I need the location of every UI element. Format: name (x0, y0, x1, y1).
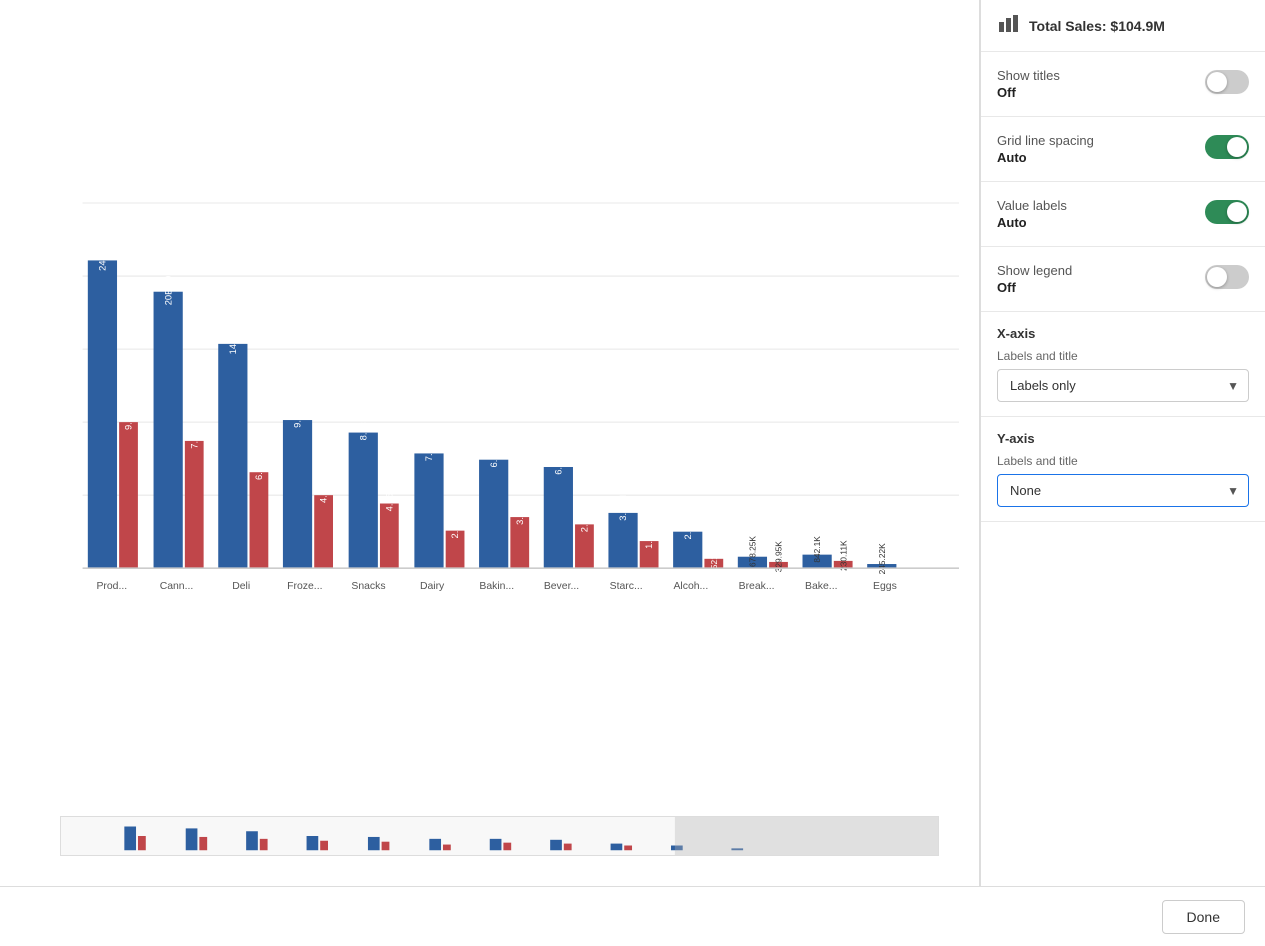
svg-text:Deli: Deli (232, 581, 250, 592)
svg-text:245.22K: 245.22K (877, 543, 887, 574)
grid-line-spacing-label: Grid line spacing (997, 133, 1094, 148)
y-axis-select-wrapper: None Labels only Labels and title Title … (997, 474, 1249, 507)
x-axis-title: X-axis (997, 326, 1249, 341)
mini-navigator[interactable] (60, 816, 939, 856)
svg-text:24.18M: 24.18M (98, 239, 108, 270)
svg-text:2.28M: 2.28M (683, 513, 693, 539)
svg-text:Dairy: Dairy (420, 581, 445, 592)
grid-line-spacing-section: Grid line spacing Auto (981, 117, 1265, 182)
svg-text:2.35M: 2.35M (450, 512, 460, 538)
x-axis-select[interactable]: Labels only Labels and title Title only … (997, 369, 1249, 402)
panel-header: Total Sales: $104.9M (981, 0, 1265, 52)
grid-line-spacing-toggle[interactable] (1205, 135, 1249, 159)
svg-text:4.64M: 4.64M (319, 477, 329, 503)
value-labels-section: Value labels Auto (981, 182, 1265, 247)
x-axis-sub-label: Labels and title (997, 349, 1249, 363)
svg-text:521.77K: 521.77K (709, 538, 719, 569)
svg-text:14.63M: 14.63M (228, 323, 238, 354)
show-legend-label: Show legend (997, 263, 1072, 278)
chart-area: 24.18M 9.45M Prod... 20B6.9M 7.72M Cann.… (0, 0, 980, 886)
show-titles-value: Off (997, 85, 1060, 100)
svg-text:Prod...: Prod... (96, 581, 127, 592)
svg-text:Bake...: Bake... (805, 581, 837, 592)
svg-text:8.63M: 8.63M (358, 414, 368, 440)
svg-text:2.73M: 2.73M (580, 506, 590, 532)
show-titles-section: Show titles Off (981, 52, 1265, 117)
svg-text:6.33M: 6.33M (553, 449, 563, 475)
right-panel: Total Sales: $104.9M Show titles Off Gri… (980, 0, 1265, 886)
svg-text:Froze...: Froze... (287, 581, 322, 592)
svg-text:Cann...: Cann... (160, 581, 194, 592)
show-titles-toggle[interactable] (1205, 70, 1249, 94)
bottom-bar: Done (0, 886, 1265, 946)
y-axis-sub-label: Labels and title (997, 454, 1249, 468)
show-legend-value: Off (997, 280, 1072, 295)
svg-text:7.72M: 7.72M (189, 422, 199, 448)
y-axis-section: Y-axis Labels and title None Labels only… (981, 417, 1265, 522)
bar-chart: 24.18M 9.45M Prod... 20B6.9M 7.72M Cann.… (20, 20, 959, 866)
value-labels-value: Auto (997, 215, 1067, 230)
show-titles-label: Show titles (997, 68, 1060, 83)
svg-text:Bever...: Bever... (544, 581, 579, 592)
show-legend-section: Show legend Off (981, 247, 1265, 312)
svg-text:230.11K: 230.11K (838, 540, 848, 571)
svg-text:9.45M: 9.45M (124, 404, 134, 430)
y-axis-title: Y-axis (997, 431, 1249, 446)
svg-text:9.49M: 9.49M (293, 402, 303, 428)
svg-text:3.49M: 3.49M (618, 494, 628, 520)
y-axis-select[interactable]: None Labels only Labels and title Title … (997, 474, 1249, 507)
svg-text:7.18M: 7.18M (424, 435, 434, 461)
svg-text:Break...: Break... (739, 581, 775, 592)
x-axis-section: X-axis Labels and title Labels only Labe… (981, 312, 1265, 417)
svg-text:678.25K: 678.25K (748, 536, 758, 567)
svg-text:Snacks: Snacks (351, 581, 385, 592)
svg-text:Alcoh...: Alcoh... (673, 581, 708, 592)
bar-chart-icon (997, 12, 1019, 39)
svg-text:Starc...: Starc... (610, 581, 643, 592)
svg-text:6.73M: 6.73M (489, 441, 499, 467)
svg-text:842.1K: 842.1K (812, 536, 822, 563)
value-labels-label: Value labels (997, 198, 1067, 213)
svg-text:Bakin...: Bakin... (479, 581, 514, 592)
svg-text:6.16M: 6.16M (254, 454, 264, 480)
svg-text:3.22M: 3.22M (515, 499, 525, 525)
svg-text:1.66M: 1.66M (644, 523, 654, 549)
x-axis-select-wrapper: Labels only Labels and title Title only … (997, 369, 1249, 402)
svg-text:4.05M: 4.05M (384, 485, 394, 511)
done-button[interactable]: Done (1162, 900, 1245, 934)
value-labels-toggle[interactable] (1205, 200, 1249, 224)
show-legend-toggle[interactable] (1205, 265, 1249, 289)
svg-text:Eggs: Eggs (873, 581, 897, 592)
chart-title: Total Sales: $104.9M (1029, 18, 1165, 34)
svg-text:20B6.9M: 20B6.9M (163, 268, 173, 306)
grid-line-spacing-value: Auto (997, 150, 1094, 165)
